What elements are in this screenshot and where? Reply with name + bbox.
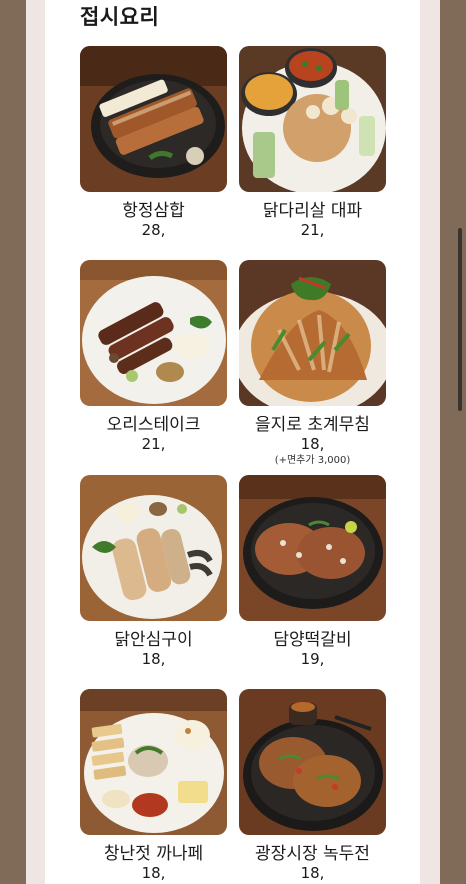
- changnanjeot-canape-photo[interactable]: [80, 689, 227, 835]
- scrollbar[interactable]: [458, 228, 462, 411]
- menu-item-name: 창난젓 까나페: [103, 844, 204, 864]
- menu-item-name: 을지로 초계무침: [255, 415, 370, 435]
- chicken-thigh-scallion-photo[interactable]: [239, 46, 386, 192]
- menu-item[interactable]: 닭안심구이 18,: [80, 475, 227, 668]
- menu-item-name: 담양떡갈비: [273, 630, 352, 650]
- duck-steak-photo[interactable]: [80, 260, 227, 406]
- menu-item[interactable]: 창난젓 까나페 18,: [80, 689, 227, 882]
- menu-item[interactable]: 닭다리살 대파 21,: [239, 46, 386, 239]
- cold-chicken-salad-photo[interactable]: [239, 260, 386, 406]
- menu-item-price: 18,: [141, 650, 166, 668]
- menu-item-name: 오리스테이크: [106, 415, 201, 435]
- menu-item-name: 광장시장 녹두전: [255, 844, 370, 864]
- menu-item-name: 항정삼합: [122, 201, 185, 221]
- menu-item-price: 18,: [300, 435, 325, 453]
- screen: 접시요리 항정삼합 28, 닭다리살 대파 21, 오리스테이크 21, 을지로…: [0, 0, 466, 884]
- menu-item[interactable]: 오리스테이크 21,: [80, 260, 227, 453]
- menu-item-price: 18,: [141, 864, 166, 882]
- menu-page[interactable]: 접시요리 항정삼합 28, 닭다리살 대파 21, 오리스테이크 21, 을지로…: [45, 0, 420, 884]
- menu-item-price: 21,: [141, 435, 166, 453]
- menu-item-price: 18,: [300, 864, 325, 882]
- menu-item[interactable]: 담양떡갈비 19,: [239, 475, 386, 668]
- menu-item-price: 19,: [300, 650, 325, 668]
- menu-item-price: 21,: [300, 221, 325, 239]
- menu-item-price: 28,: [141, 221, 166, 239]
- menu-item[interactable]: 항정삼합 28,: [80, 46, 227, 239]
- tteokgalbi-photo[interactable]: [239, 475, 386, 621]
- menu-item-name: 닭다리살 대파: [262, 201, 363, 221]
- menu-item[interactable]: 광장시장 녹두전 18,: [239, 689, 386, 882]
- menu-item-note: (+면추가 3,000): [274, 455, 351, 466]
- grilled-chicken-tenderloin-photo[interactable]: [80, 475, 227, 621]
- pork-jowl-platter-photo[interactable]: [80, 46, 227, 192]
- section-title: 접시요리: [80, 5, 160, 29]
- menu-item[interactable]: 을지로 초계무침 18, (+면추가 3,000): [239, 260, 386, 468]
- menu-item-name: 닭안심구이: [114, 630, 193, 650]
- mung-bean-pancake-photo[interactable]: [239, 689, 386, 835]
